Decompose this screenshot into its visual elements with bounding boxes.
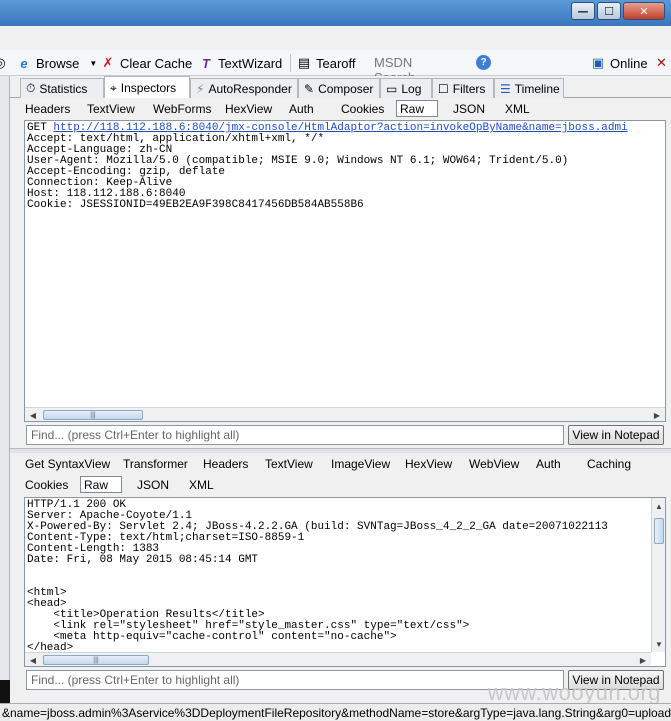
ie-icon: e bbox=[20, 55, 28, 71]
maximize-button[interactable]: ☐ bbox=[597, 2, 621, 20]
resp-tab-headers[interactable]: Headers bbox=[200, 455, 251, 472]
request-headers-text: Accept: text/html, application/xhtml+xml… bbox=[27, 133, 569, 211]
status-bar: &name=jboss.admin%3Aservice%3DDeployment… bbox=[0, 703, 671, 721]
msdn-search-input[interactable]: MSDN Search... bbox=[370, 53, 470, 85]
online-label: Online bbox=[610, 55, 648, 71]
resp-tab-imageview[interactable]: ImageView bbox=[328, 455, 393, 472]
tab-inspectors[interactable]: ⌖ Inspectors bbox=[104, 76, 190, 99]
resp-tab-get-syntaxview[interactable]: Get SyntaxView bbox=[22, 455, 113, 472]
vertical-scroll-thumb[interactable] bbox=[654, 518, 664, 544]
req-tab-json[interactable]: JSON bbox=[450, 100, 488, 117]
resp-tab-raw[interactable]: Raw bbox=[80, 476, 122, 493]
resp-tab-xml[interactable]: XML bbox=[186, 476, 217, 493]
browse-label: Browse bbox=[36, 55, 80, 71]
tab-log[interactable]: ▭ Log bbox=[380, 78, 432, 98]
lightning-icon: ⚡ bbox=[196, 81, 205, 96]
tearoff-icon: ▤ bbox=[297, 55, 311, 70]
resp-tab-cookies[interactable]: Cookies bbox=[22, 476, 71, 493]
textwizard-icon: T bbox=[202, 55, 210, 71]
response-inspector-tabs-row1: Get SyntaxView Transformer Headers TextV… bbox=[10, 453, 671, 474]
req-tab-xml[interactable]: XML bbox=[502, 100, 533, 117]
response-find-input[interactable]: Find... (press Ctrl+Enter to highlight a… bbox=[26, 670, 564, 690]
tab-autoresponder[interactable]: ⚡ AutoResponder bbox=[190, 78, 298, 98]
tearoff-label: Tearoff bbox=[316, 55, 356, 71]
back-button[interactable]: ◎ bbox=[0, 53, 8, 73]
window-titlebar: — ☐ ✕ bbox=[0, 0, 671, 26]
back-circle-icon: ◎ bbox=[0, 55, 8, 71]
textwizard-button[interactable]: T TextWizard bbox=[198, 53, 282, 73]
clear-cache-label: Clear Cache bbox=[120, 55, 193, 71]
response-inspector-tabs-row2: Cookies Raw JSON XML bbox=[10, 474, 671, 495]
textwizard-label: TextWizard bbox=[218, 55, 283, 71]
scroll-left-icon[interactable]: ◀ bbox=[27, 654, 39, 666]
stopwatch-icon: ⏱ bbox=[26, 81, 36, 95]
scroll-thumb[interactable]: ||| bbox=[43, 410, 143, 420]
tab-timeline[interactable]: ☰ Timeline bbox=[494, 78, 564, 98]
request-view-in-notepad-button[interactable]: View in Notepad bbox=[568, 425, 664, 445]
resp-tab-auth[interactable]: Auth bbox=[533, 455, 564, 472]
session-list-edge[interactable] bbox=[0, 76, 10, 716]
inspectors-icon: ⌖ bbox=[110, 80, 117, 95]
status-text: &name=jboss.admin%3Aservice%3DDeployment… bbox=[2, 706, 671, 720]
clear-cache-button[interactable]: ✗ Clear Cache bbox=[100, 53, 193, 73]
request-inspector-tabs: Headers TextView WebForms HexView Auth C… bbox=[10, 98, 671, 119]
checkbox-icon: ☐ bbox=[438, 81, 449, 96]
scroll-left-icon[interactable]: ◀ bbox=[27, 409, 39, 421]
online-indicator[interactable]: ▣ Online bbox=[590, 53, 648, 73]
toolbar-separator bbox=[290, 54, 291, 72]
timeline-icon: ☰ bbox=[500, 81, 511, 96]
command-line-edge[interactable] bbox=[0, 680, 10, 703]
close-button[interactable]: ✕ bbox=[623, 2, 665, 20]
resp-tab-json[interactable]: JSON bbox=[134, 476, 172, 493]
tab-label: Timeline bbox=[514, 81, 560, 96]
tearoff-button[interactable]: ▤ Tearoff bbox=[296, 53, 356, 73]
resp-tab-textview[interactable]: TextView bbox=[262, 455, 316, 472]
request-raw-textarea[interactable]: GET http://118.112.188.6:8040/jmx-consol… bbox=[24, 120, 666, 422]
chevron-down-icon[interactable]: ▼ bbox=[89, 59, 97, 68]
req-tab-raw[interactable]: Raw bbox=[396, 100, 438, 117]
scroll-down-icon[interactable]: ▼ bbox=[653, 638, 665, 650]
minimize-button[interactable]: — bbox=[571, 2, 595, 20]
resp-tab-transformer[interactable]: Transformer bbox=[120, 455, 191, 472]
tab-composer[interactable]: ✎ Composer bbox=[298, 78, 380, 98]
req-tab-headers[interactable]: Headers bbox=[22, 100, 73, 117]
main-tabs: ⏱ Statistics ⌖ Inspectors ⚡ AutoResponde… bbox=[10, 76, 671, 99]
tab-label: Statistics bbox=[39, 81, 88, 96]
response-vertical-scrollbar[interactable]: ▲ ▼ bbox=[651, 498, 665, 652]
req-tab-cookies[interactable]: Cookies bbox=[338, 100, 387, 117]
response-raw-textarea[interactable]: HTTP/1.1 200 OK Server: Apache-Coyote/1.… bbox=[24, 497, 666, 667]
response-horizontal-scrollbar[interactable]: ◀ ||| ▶ bbox=[25, 652, 651, 666]
help-icon[interactable]: ? bbox=[476, 55, 491, 70]
clear-cache-x-icon: ✗ bbox=[102, 55, 114, 70]
response-raw-text: HTTP/1.1 200 OK Server: Apache-Coyote/1.… bbox=[27, 499, 608, 654]
resp-tab-hexview[interactable]: HexView bbox=[402, 455, 455, 472]
browse-button[interactable]: e Browse ▼ bbox=[16, 53, 97, 73]
tab-label: Inspectors bbox=[120, 81, 177, 95]
scroll-thumb[interactable]: ||| bbox=[43, 655, 149, 665]
log-icon: ▭ bbox=[386, 81, 398, 96]
tab-filters[interactable]: ☐ Filters bbox=[432, 78, 494, 98]
scroll-right-icon[interactable]: ▶ bbox=[651, 409, 663, 421]
scroll-right-icon[interactable]: ▶ bbox=[637, 654, 649, 666]
req-tab-auth[interactable]: Auth bbox=[286, 100, 317, 117]
req-tab-textview[interactable]: TextView bbox=[84, 100, 138, 117]
scroll-up-icon[interactable]: ▲ bbox=[653, 500, 665, 512]
close-panel-icon[interactable]: ✕ bbox=[656, 53, 667, 73]
resp-tab-caching[interactable]: Caching bbox=[584, 455, 634, 472]
network-icon: ▣ bbox=[591, 55, 605, 70]
tab-label: Composer bbox=[318, 81, 374, 96]
tab-label: Filters bbox=[452, 81, 486, 96]
main-toolbar: ◎ e Browse ▼ ✗ Clear Cache T TextWizard … bbox=[0, 50, 671, 85]
req-tab-webforms[interactable]: WebForms bbox=[150, 100, 214, 117]
tab-label: Log bbox=[401, 81, 422, 96]
tab-statistics[interactable]: ⏱ Statistics bbox=[20, 78, 104, 98]
resp-tab-webview[interactable]: WebView bbox=[466, 455, 522, 472]
request-horizontal-scrollbar[interactable]: ◀ ||| ▶ bbox=[25, 407, 665, 421]
request-find-input[interactable]: Find... (press Ctrl+Enter to highlight a… bbox=[26, 425, 564, 445]
tab-label: AutoResponder bbox=[208, 81, 292, 96]
req-tab-hexview[interactable]: HexView bbox=[222, 100, 275, 117]
composer-icon: ✎ bbox=[304, 81, 315, 96]
